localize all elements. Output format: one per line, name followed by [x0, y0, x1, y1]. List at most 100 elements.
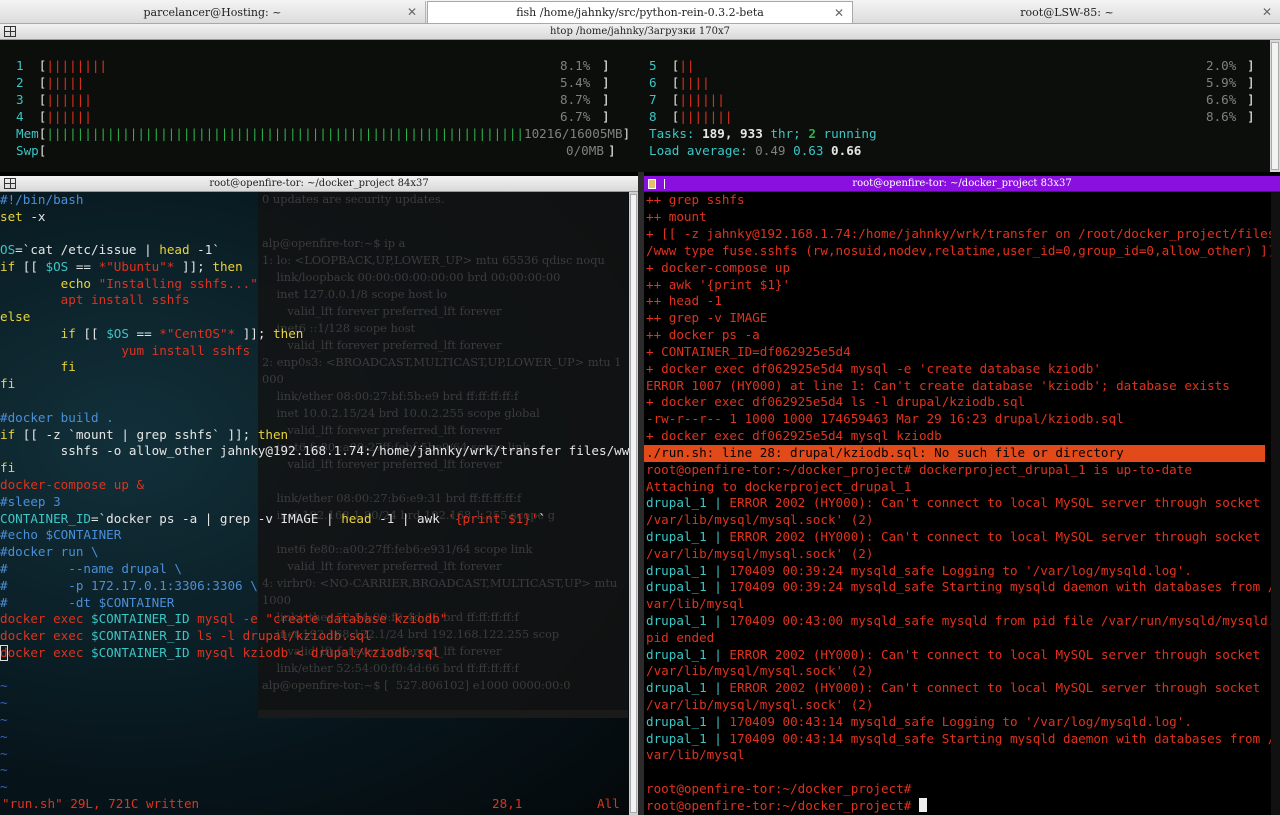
output-line: + docker exec df062925e5d4 mysql -e 'cre…: [646, 361, 1101, 376]
code-line: if [[ -z `mount | grep sshfs` ]]; then: [0, 427, 289, 442]
cpu-meter: 5 [||: [649, 58, 695, 73]
prompt-line[interactable]: root@openfire-tor:~/docker_project#: [646, 798, 927, 815]
output-line: drupal_1 | 170409 00:39:24 mysqld_safe L…: [646, 563, 1192, 578]
output-line: /var/lib/mysql/mysql.sock' (2): [646, 546, 874, 561]
close-icon[interactable]: ✕: [1262, 5, 1272, 19]
code-line: if [[ $OS == *"Ubuntu"* ]]; then: [0, 259, 243, 274]
code-line: OS=`cat /etc/issue | head -1`: [0, 242, 220, 257]
code-line: sshfs -o allow_other jahnky@192.168.1.74…: [0, 443, 637, 458]
output-line: /var/lib/mysql/mysql.sock' (2): [646, 663, 874, 678]
code-line: # -dt $CONTAINER: [0, 595, 175, 610]
output-line: + docker exec df062925e5d4 mysql kziodb: [646, 428, 942, 443]
fish-scrollbar[interactable]: [1271, 192, 1280, 815]
code-line: fi: [60, 359, 76, 374]
split-grid-icon[interactable]: [4, 26, 16, 37]
close-icon[interactable]: ✕: [407, 5, 417, 19]
swap-meter: Swp[: [16, 143, 47, 158]
output-line: drupal_1 | 170409 00:39:24 mysqld_safe S…: [646, 579, 1276, 594]
cpu-meter: 6 [||||: [649, 75, 710, 90]
tab-label: fish /home/jahnky/src/python-rein-0.3.2-…: [516, 6, 764, 19]
output-line: /var/lib/mysql/mysql.sock' (2): [646, 697, 874, 712]
output-line: ++ docker ps -a: [646, 327, 760, 342]
output-line: Attaching to dockerproject_drupal_1: [646, 479, 912, 494]
tab-fish[interactable]: fish /home/jahnky/src/python-rein-0.3.2-…: [427, 1, 853, 23]
vim-status-scroll: All: [597, 796, 620, 811]
cpu-meter: 3 [||||||: [16, 92, 92, 107]
htop-pane[interactable]: 1 [|||||||| 2 [||||| 3 [|||||| 4 [||||||…: [0, 40, 1270, 172]
code-line: fi: [0, 460, 16, 475]
output-line: pid ended: [646, 630, 715, 645]
cpu-percent: 8.1%: [560, 58, 591, 73]
vim-titlebar[interactable]: root@openfire-tor: ~/docker_project 84x3…: [0, 176, 638, 192]
fish-titlebar[interactable]: root@openfire-tor: ~/docker_project 83x3…: [644, 176, 1280, 192]
output-line: ++ mount: [646, 209, 707, 224]
output-line: drupal_1 | 170409 00:43:00 mysqld_safe m…: [646, 613, 1276, 628]
code-line: # -p 172.17.0.1:3306:3306 \: [0, 578, 258, 593]
code-line: if [[ $OS == *"CentOS"* ]]; then: [60, 326, 304, 341]
tab-root-lsw[interactable]: root@LSW-85: ~ ✕: [854, 1, 1280, 23]
code-line: docker exec $CONTAINER_ID mysql -e "crea…: [0, 611, 448, 626]
code-line: else: [0, 309, 31, 324]
tab-label: parcelancer@Hosting: ~: [143, 5, 282, 19]
output-line: + docker-compose up: [646, 260, 791, 275]
htop-title: htop /home/jahnky/Загрузки 170x7: [549, 26, 731, 37]
cpu-percent: 2.0%: [1206, 58, 1237, 73]
vim-status-position: 28,1: [492, 796, 523, 811]
code-line: yum install sshfs: [0, 343, 251, 358]
output-line: drupal_1 | ERROR 2002 (HY000): Can't con…: [646, 680, 1276, 695]
load-average: Load average: 0.49 0.63 0.66: [649, 143, 862, 158]
cpu-percent: 6.6%: [1206, 92, 1237, 107]
vim-status-file: "run.sh" 29L, 721C written: [2, 796, 200, 811]
output-line: ERROR 1007 (HY000) at line 1: Can't crea…: [646, 378, 1230, 393]
cpu-percent: 8.7%: [560, 92, 591, 107]
output-line: drupal_1 | ERROR 2002 (HY000): Can't con…: [646, 647, 1276, 662]
fish-title: root@openfire-tor: ~/docker_project 83x3…: [852, 178, 1072, 189]
tab-parcelancer[interactable]: parcelancer@Hosting: ~ ✕: [0, 1, 426, 23]
vim-pane[interactable]: 0 updates are security updates. alp@open…: [0, 192, 638, 815]
cpu-meter: 2 [|||||: [16, 75, 85, 90]
output-line: + docker exec df062925e5d4 ls -l drupal/…: [646, 394, 1026, 409]
close-icon[interactable]: ✕: [834, 6, 844, 20]
code-line: apt install sshfs: [0, 292, 190, 307]
code-line: echo "Installing sshfs...": [60, 276, 258, 291]
output-line: ++ head -1: [646, 293, 722, 308]
code-line: # --name drupal \: [0, 561, 182, 576]
output-line: /www type fuse.sshfs (rw,nosuid,nodev,re…: [646, 243, 1276, 258]
cpu-meter: 8 [|||||||: [649, 109, 733, 124]
tasks-summary: Tasks: 189, 933 thr; 2 running: [649, 126, 877, 141]
code-line: #!/bin/bash: [0, 192, 84, 207]
output-line: -rw-r--r-- 1 1000 1000 174659463 Mar 29 …: [646, 411, 1124, 426]
output-line: root@openfire-tor:~/docker_project# dock…: [646, 462, 1192, 477]
code-line: #echo $CONTAINER: [0, 527, 122, 542]
text-cursor: [0, 645, 8, 661]
cpu-meter: 4 [||||||: [16, 109, 92, 124]
code-line: docker-compose up &: [0, 477, 145, 492]
cpu-meter: 7 [||||||: [649, 92, 725, 107]
cpu-percent: 6.7%: [560, 109, 591, 124]
output-line: var/lib/mysql: [646, 596, 745, 611]
code-line: docker exec $CONTAINER_ID ls -l drupal/k…: [0, 628, 372, 643]
swap-value: 0/0MB: [566, 143, 604, 158]
code-line: #docker run \: [0, 544, 99, 559]
scrollbar-thumb[interactable]: [1271, 42, 1279, 170]
cpu-percent: 8.6%: [1206, 109, 1237, 124]
cpu-percent: 5.4%: [560, 75, 591, 90]
terminal-icon: [648, 179, 656, 189]
vim-title: root@openfire-tor: ~/docker_project 84x3…: [209, 178, 429, 189]
output-line: drupal_1 | ERROR 2002 (HY000): Can't con…: [646, 529, 1276, 544]
output-line: + [[ -z jahnky@192.168.1.74:/home/jahnky…: [646, 226, 1276, 241]
split-grid-icon[interactable]: [4, 178, 16, 189]
code-line: docker exec $CONTAINER_ID mysql kziodb <…: [0, 645, 440, 660]
output-line: drupal_1 | 170409 00:43:14 mysqld_safe S…: [646, 731, 1276, 746]
fish-pane[interactable]: ++ grep sshfs ++ mount + [[ -z jahnky@19…: [644, 192, 1280, 815]
output-line: /var/lib/mysql/mysql.sock' (2): [646, 512, 874, 527]
output-line: ++ awk '{print $1}': [646, 277, 791, 292]
output-line: + CONTAINER_ID=df062925e5d4: [646, 344, 851, 359]
output-line: ++ grep sshfs: [646, 192, 745, 207]
error-highlight-line: ./run.sh: line 28: drupal/kziodb.sql: No…: [644, 445, 1265, 462]
htop-titlebar[interactable]: htop /home/jahnky/Загрузки 170x7: [0, 24, 1280, 40]
code-line: CONTAINER_ID=`docker ps -a | grep -v IMA…: [0, 511, 546, 526]
output-line: var/lib/mysql: [646, 747, 745, 762]
output-line: drupal_1 | 170409 00:43:14 mysqld_safe L…: [646, 714, 1192, 729]
scrollbar-thumb[interactable]: [630, 194, 637, 813]
